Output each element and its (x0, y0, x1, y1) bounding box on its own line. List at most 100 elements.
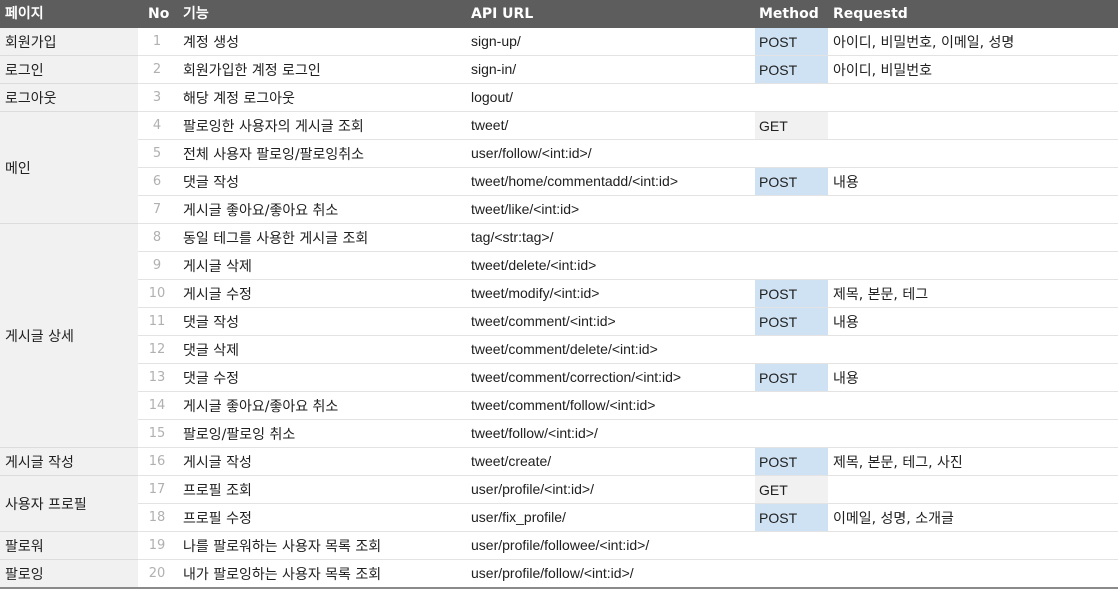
function-cell: 게시글 좋아요/좋아요 취소 (183, 399, 339, 415)
api-url-cell: user/profile/follow/<int:id>/ (471, 565, 634, 581)
row-number: 10 (148, 286, 166, 301)
function-cell: 댓글 작성 (183, 175, 239, 191)
method-cell: POST (755, 308, 828, 335)
row-number: 18 (148, 510, 166, 525)
row-number: 8 (152, 230, 162, 245)
table-row: 8 동일 테그를 사용한 게시글 조회 tag/<str:tag>/ (138, 224, 1118, 252)
method-cell: POST (755, 364, 828, 391)
row-number: 16 (148, 454, 166, 469)
api-url-cell: tweet/home/commentadd/<int:id> (471, 173, 679, 189)
request-cell: 이메일, 성명, 소개글 (833, 511, 954, 527)
api-url-cell: user/profile/<int:id>/ (471, 481, 594, 497)
method-cell: POST (755, 56, 828, 83)
function-cell: 댓글 수정 (183, 371, 239, 387)
row-number: 2 (152, 62, 162, 77)
page-group-label: 팔로잉 (5, 566, 44, 583)
table-header: 페이지 No 기능 API URL Method Requestd (0, 0, 1118, 28)
table-row: 19 나를 팔로워하는 사용자 목록 조회 user/profile/followe… (138, 532, 1118, 560)
api-url-cell: tweet/comment/<int:id> (471, 313, 616, 329)
function-cell: 게시글 좋아요/좋아요 취소 (183, 203, 339, 219)
function-cell: 프로필 조회 (183, 483, 252, 499)
api-url-cell: tag/<str:tag>/ (471, 229, 554, 245)
table-row: 12 댓글 삭제 tweet/comment/delete/<int:id> (138, 336, 1118, 364)
function-cell: 해당 계정 로그아웃 (183, 91, 295, 107)
table-row: 14 게시글 좋아요/좋아요 취소 tweet/comment/follow/<in… (138, 392, 1118, 420)
table-row: 6 댓글 작성 tweet/home/commentadd/<int:id> POST… (138, 168, 1118, 196)
page-group-cell: 게시글 상세 (0, 224, 138, 448)
api-url-cell: tweet/comment/correction/<int:id> (471, 369, 682, 385)
header-no: No (148, 6, 170, 22)
table-row: 13 댓글 수정 tweet/comment/correction/<int:id>… (138, 364, 1118, 392)
function-cell: 전체 사용자 팔로잉/팔로잉취소 (183, 147, 365, 163)
header-method: Method (759, 6, 819, 22)
page-group-cell: 사용자 프로필 (0, 476, 138, 532)
table-row: 16 게시글 작성 tweet/create/POST 제목, 본문, 테그, 사진 (138, 448, 1118, 476)
function-cell: 프로필 수정 (183, 511, 252, 527)
api-url-cell: tweet/create/ (471, 453, 552, 469)
row-number: 17 (148, 482, 166, 497)
method-cell: POST (755, 28, 828, 55)
function-cell: 계정 생성 (183, 35, 239, 51)
method-cell: POST (755, 448, 828, 475)
api-url-cell: logout/ (471, 89, 514, 105)
page-group-cell: 로그아웃 (0, 84, 138, 112)
table-row: 11 댓글 작성 tweet/comment/<int:id> POST 내용 (138, 308, 1118, 336)
request-cell: 아이디, 비밀번호, 이메일, 성명 (833, 35, 1015, 51)
function-cell: 팔로잉한 사용자의 게시글 조회 (183, 119, 364, 135)
api-url-cell: tweet/modify/<int:id> (471, 285, 600, 301)
api-url-cell: tweet/ (471, 117, 509, 133)
function-cell: 팔로잉/팔로잉 취소 (183, 427, 296, 443)
row-number: 14 (148, 398, 166, 413)
function-cell: 회원가입한 계정 로그인 (183, 63, 321, 79)
row-number: 12 (148, 342, 166, 357)
table-row: 7 게시글 좋아요/좋아요 취소 tweet/like/<int:id> (138, 196, 1118, 224)
table-row: 18 프로필 수정 user/fix_profile/POST 이메일, 성명, 소개… (138, 504, 1118, 532)
function-cell: 동일 테그를 사용한 게시글 조회 (183, 231, 369, 247)
table-row: 2 회원가입한 계정 로그인 sign-in/POST 아이디, 비밀번호 (138, 56, 1118, 84)
row-number: 20 (148, 566, 166, 581)
function-cell: 댓글 작성 (183, 315, 239, 331)
api-url-cell: sign-in/ (471, 61, 517, 77)
api-url-cell: user/follow/<int:id>/ (471, 145, 592, 161)
page-group-label: 팔로워 (5, 538, 44, 555)
row-number: 7 (152, 202, 162, 217)
api-url-cell: tweet/follow/<int:id>/ (471, 425, 598, 441)
api-url-cell: tweet/like/<int:id> (471, 201, 580, 217)
table-row: 10 게시글 수정 tweet/modify/<int:id> POST 제목, 본문,… (138, 280, 1118, 308)
row-number: 1 (152, 34, 162, 49)
function-cell: 댓글 삭제 (183, 343, 239, 359)
page-group-cell: 게시글 작성 (0, 448, 138, 476)
row-number: 13 (148, 370, 166, 385)
request-cell: 제목, 본문, 테그 (833, 287, 929, 303)
table-row: 20 내가 팔로잉하는 사용자 목록 조회 user/profile/follow/… (138, 560, 1118, 588)
header-request: Requestd (833, 6, 908, 22)
function-cell: 나를 팔로워하는 사용자 목록 조회 (183, 539, 382, 555)
request-cell: 내용 (833, 175, 859, 191)
header-api-url: API URL (471, 6, 534, 22)
request-cell: 아이디, 비밀번호 (833, 63, 933, 79)
page-group-label: 메인 (5, 160, 31, 177)
row-number: 11 (148, 314, 166, 329)
table-row: 1 계정 생성 sign-up/POST 아이디, 비밀번호, 이메일, 성명 (138, 28, 1118, 56)
method-cell: GET (755, 112, 828, 139)
method-cell: POST (755, 504, 828, 531)
page-group-label: 로그인 (5, 62, 44, 79)
page-group-cell: 로그인 (0, 56, 138, 84)
request-cell: 내용 (833, 315, 859, 331)
request-cell: 제목, 본문, 테그, 사진 (833, 455, 963, 471)
api-url-cell: user/fix_profile/ (471, 509, 566, 525)
page-group-label: 사용자 프로필 (5, 496, 87, 513)
api-url-cell: sign-up/ (471, 33, 521, 49)
table-row: 9 게시글 삭제 tweet/delete/<int:id> (138, 252, 1118, 280)
method-cell: GET (755, 476, 828, 503)
header-function: 기능 (183, 6, 209, 22)
api-url-cell: tweet/comment/follow/<int:id> (471, 397, 656, 413)
page-group-cell: 팔로워 (0, 532, 138, 560)
row-number: 5 (152, 146, 162, 161)
api-url-cell: user/profile/followee/<int:id>/ (471, 537, 650, 553)
row-number: 9 (152, 258, 162, 273)
table-row: 15 팔로잉/팔로잉 취소 tweet/follow/<int:id>/ (138, 420, 1118, 448)
row-number: 19 (148, 538, 166, 553)
row-number: 6 (152, 174, 162, 189)
function-cell: 게시글 작성 (183, 455, 252, 471)
